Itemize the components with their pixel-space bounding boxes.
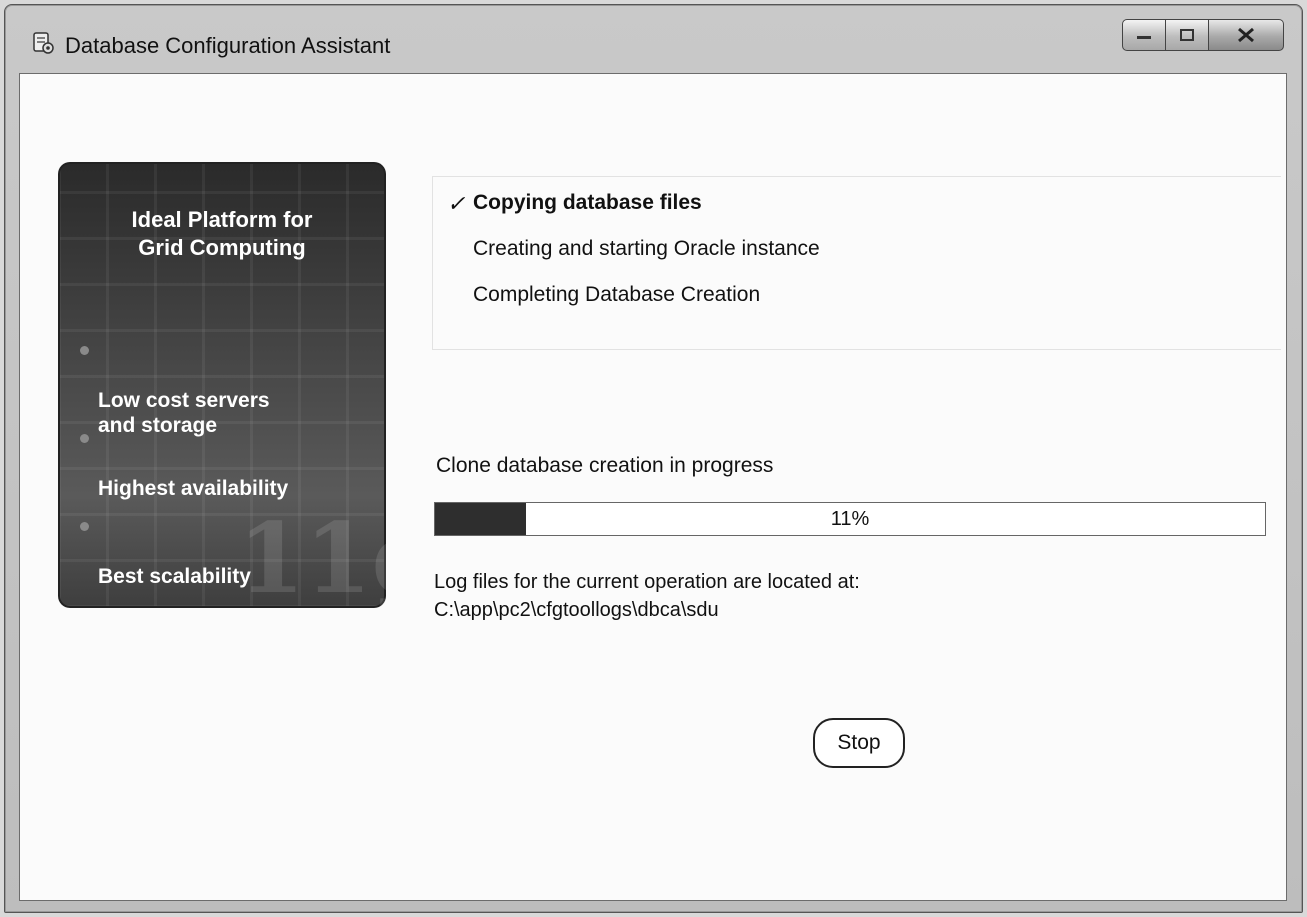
progress-percent: 11% bbox=[830, 508, 870, 530]
bullet-dot-icon bbox=[80, 434, 89, 443]
banner-title: Ideal Platform for Grid Computing bbox=[131, 207, 313, 260]
progress-label: Clone database creation in progress bbox=[436, 454, 774, 477]
banner-bullet-label: Highest availability bbox=[98, 477, 289, 500]
maximize-button[interactable] bbox=[1166, 19, 1209, 51]
minimize-icon bbox=[1137, 36, 1151, 39]
banner-bullet-availability: Highest availability bbox=[80, 426, 289, 501]
bullet-dot-icon bbox=[80, 346, 89, 355]
steps-panel: ✓ Copying database files Creating and st… bbox=[432, 176, 1281, 350]
step-copying-files: Copying database files bbox=[473, 191, 702, 214]
step-completing-creation: Completing Database Creation bbox=[473, 283, 761, 306]
window-title: Database Configuration Assistant bbox=[65, 33, 391, 58]
title-bar[interactable]: Database Configuration Assistant bbox=[5, 5, 1302, 65]
close-button[interactable] bbox=[1209, 19, 1284, 51]
minimize-button[interactable] bbox=[1122, 19, 1166, 51]
stop-button[interactable]: Stop bbox=[813, 718, 905, 768]
step-starting-instance: Creating and starting Oracle instance bbox=[473, 237, 820, 260]
check-icon: ✓ bbox=[447, 191, 466, 216]
banner-bullet-scalability: Best scalability bbox=[80, 514, 251, 589]
oracle-11g-banner: Ideal Platform for Grid Computing Low co… bbox=[58, 162, 386, 608]
log-location-text: Log files for the current operation are … bbox=[434, 571, 860, 621]
maximize-icon bbox=[1180, 29, 1194, 41]
main-window: Database Configuration Assistant Ideal P… bbox=[4, 4, 1303, 913]
dialog-content: Ideal Platform for Grid Computing Low co… bbox=[19, 73, 1287, 901]
close-icon bbox=[1238, 27, 1254, 43]
window-controls bbox=[1122, 19, 1284, 53]
banner-bullet-label: Best scalability bbox=[98, 565, 251, 588]
progress-bar: 11% bbox=[434, 502, 1266, 536]
database-app-icon bbox=[33, 32, 54, 54]
version-watermark: 11g bbox=[238, 502, 386, 608]
banner-bullet-low-cost: Low cost servers and storage bbox=[80, 338, 270, 438]
bullet-dot-icon bbox=[80, 522, 89, 531]
